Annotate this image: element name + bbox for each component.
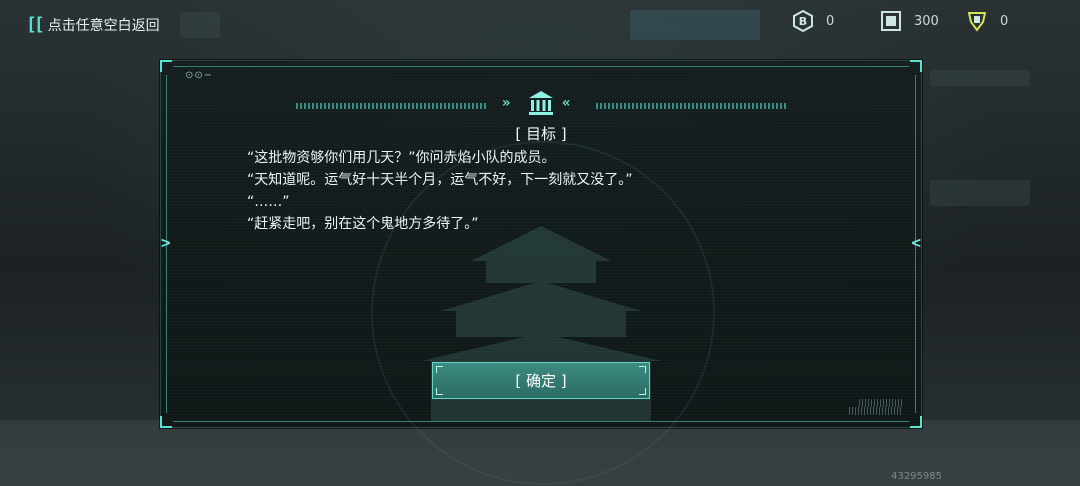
dialog-line: “这批物资够你们用几天？”你问赤焰小队的成员。: [247, 150, 556, 166]
back-label: 点击任意空白返回: [47, 17, 160, 34]
dialog-title: [ 目标 ]: [515, 125, 567, 143]
user-id: 43295985: [891, 471, 942, 482]
decorative-barcode: [849, 407, 903, 415]
ticket-icon: [966, 10, 988, 32]
dialog-line: “天知道呢。运气好十天半个月，运气不好，下一刻就又没了。”: [247, 172, 633, 188]
indicator-dots-icon: ⊙⊙−: [185, 70, 214, 81]
double-chevron-left-icon: «: [562, 95, 571, 111]
dialog-body: “这批物资够你们用几天？”你问赤焰小队的成员。 “天知道呢。运气好十天半个月，运…: [247, 147, 633, 235]
objective-dialog: ⊙⊙− > < » « [ 目标 ] “这批物资够你们用几天？”你问赤焰小队的成…: [160, 60, 922, 485]
currency-ticket[interactable]: 0: [966, 10, 1008, 32]
chevron-right-icon: >: [161, 233, 171, 252]
bank-icon: [529, 91, 553, 115]
svg-text:B: B: [799, 15, 807, 28]
back-button[interactable]: [[ 点击任意空白返回: [26, 14, 160, 35]
b-coin-icon: B: [792, 10, 814, 32]
material-chip-icon: [880, 10, 902, 32]
chevron-left-icon: <: [911, 233, 921, 252]
corner-decoration: [910, 416, 922, 428]
currency-value: 0: [826, 13, 835, 29]
frame-rail: [173, 66, 909, 67]
confirm-button[interactable]: [ 确定 ]: [432, 362, 650, 399]
currency-value: 300: [914, 13, 939, 29]
bracket-icon: [[: [26, 14, 45, 35]
currency-value: 0: [1000, 13, 1009, 29]
dialog-line: “赶紧走吧，别在这个鬼地方多待了。”: [247, 216, 479, 232]
double-chevron-right-icon: »: [502, 95, 511, 111]
corner-decoration: [160, 60, 172, 72]
corner-decoration: [160, 416, 172, 428]
currency-b-coin[interactable]: B 0: [792, 10, 834, 32]
currency-material[interactable]: 300: [880, 10, 939, 32]
dialog-header-ornament: » «: [296, 91, 786, 115]
dialog-line: “……”: [247, 194, 290, 210]
corner-decoration: [910, 60, 922, 72]
decorative-barcode: [859, 399, 903, 407]
confirm-label: [ 确定 ]: [515, 372, 567, 390]
